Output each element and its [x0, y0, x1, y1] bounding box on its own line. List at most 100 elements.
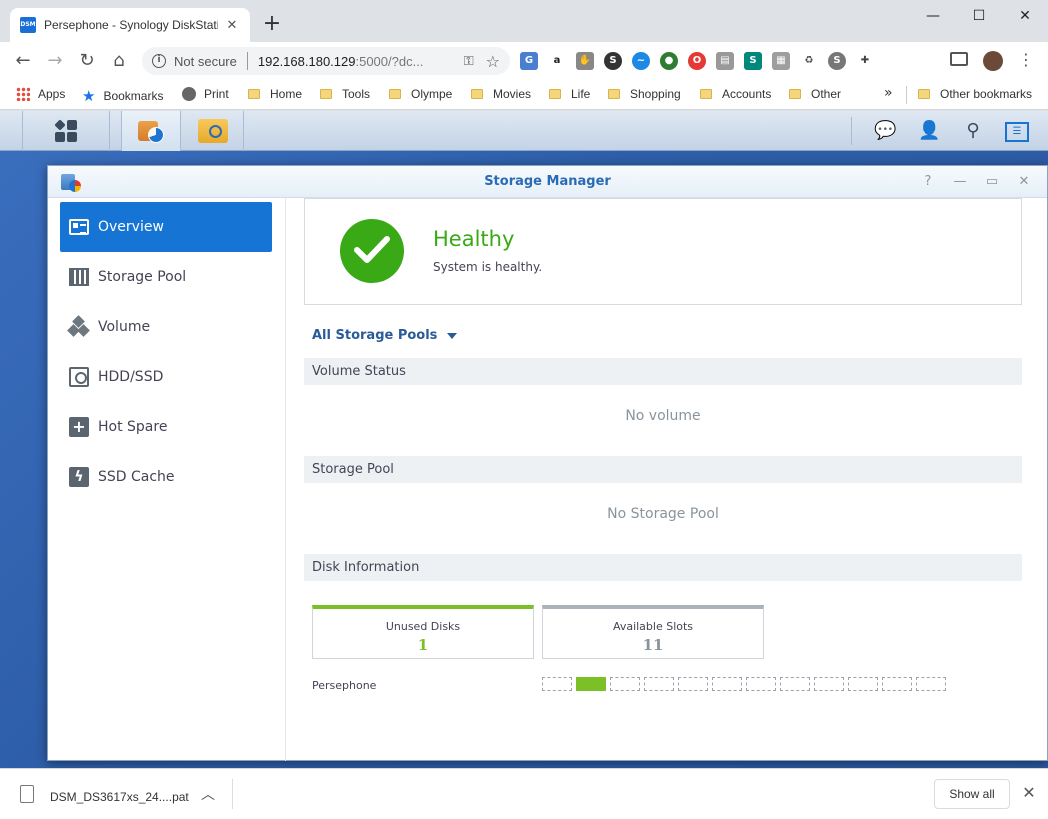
bookmark-label: Bookmarks: [103, 89, 164, 103]
window-titlebar[interactable]: Storage Manager ? — ▭ ✕: [48, 166, 1047, 198]
close-icon[interactable]: ✕: [1014, 172, 1034, 192]
amazon-extension-icon[interactable]: a: [548, 52, 566, 70]
widgets-icon[interactable]: ☰: [1005, 122, 1029, 142]
bookmark-other-bookmarks[interactable]: Other bookmarks: [918, 87, 1032, 101]
bookmark-folder-accounts[interactable]: Accounts: [700, 87, 771, 101]
adblock-extension-icon[interactable]: O: [688, 52, 706, 70]
address-separator: [246, 52, 248, 70]
notifications-icon[interactable]: 💬: [874, 120, 896, 142]
minimize-icon[interactable]: —: [950, 172, 970, 192]
bookmark-folder-home[interactable]: Home: [248, 87, 302, 101]
browser-tab-strip: DSM Persephone - Synology DiskStatic ✕ +…: [0, 0, 1048, 42]
show-all-button[interactable]: Show all: [934, 779, 1010, 809]
chevron-up-icon[interactable]: ︿: [200, 784, 216, 804]
disk-slot-empty[interactable]: [882, 677, 912, 691]
recycle-extension-icon[interactable]: ♻: [800, 52, 818, 70]
new-tab-icon[interactable]: +: [260, 13, 284, 35]
file-station-taskbar-button[interactable]: [182, 111, 244, 151]
sidebar-item-hdd-ssd[interactable]: HDD/SSD: [60, 352, 272, 402]
ssd-cache-icon: ϟ: [68, 466, 90, 488]
maximize-icon[interactable]: ▭: [982, 172, 1002, 192]
bookmark-apps[interactable]: Apps: [16, 87, 65, 101]
reload-icon[interactable]: ↻: [76, 50, 98, 72]
no-storage-pool-message: No Storage Pool: [607, 506, 719, 522]
user-icon[interactable]: 👤: [918, 120, 940, 142]
address-bar[interactable]: i Not secure 192.168.180.129:5000/?dc...…: [142, 47, 510, 75]
main-menu-button[interactable]: [22, 111, 110, 151]
disk-slot-empty[interactable]: [542, 677, 572, 691]
download-file-name[interactable]: DSM_DS3617xs_24....pat: [50, 790, 189, 804]
disk-slot-empty[interactable]: [814, 677, 844, 691]
disk-slot-empty[interactable]: [644, 677, 674, 691]
bookmarks-bar: Apps ★ Bookmarks Print Home Tools Olympe…: [0, 80, 1048, 110]
bookmark-print[interactable]: Print: [182, 87, 229, 101]
bookmark-folder-tools[interactable]: Tools: [320, 87, 370, 101]
hand-extension-icon[interactable]: ✋: [576, 52, 594, 70]
sidebar-item-storage-pool[interactable]: Storage Pool: [60, 252, 272, 302]
skype-extension-icon[interactable]: S: [828, 52, 846, 70]
bookmark-folder-other[interactable]: Other: [789, 87, 841, 101]
bookmark-folder-movies[interactable]: Movies: [471, 87, 531, 101]
grid-extension-icon[interactable]: ▦: [772, 52, 790, 70]
profile-avatar[interactable]: [983, 51, 1003, 71]
overview-panel: Healthy System is healthy. All Storage P…: [287, 198, 1047, 761]
sidebar-item-hot-spare[interactable]: + Hot Spare: [60, 402, 272, 452]
dsm-taskbar: 💬 👤 ⚲ ☰: [0, 111, 1048, 151]
browser-tab[interactable]: DSM Persephone - Synology DiskStatic ✕: [10, 8, 250, 42]
security-label: Not secure: [174, 53, 237, 69]
window-close-icon[interactable]: ✕: [1002, 4, 1048, 28]
sidebar-item-overview[interactable]: Overview: [60, 202, 272, 252]
sidebar-item-volume[interactable]: Volume: [60, 302, 272, 352]
home-icon[interactable]: ⌂: [108, 50, 130, 72]
hot-spare-icon: +: [68, 416, 90, 438]
forward-arrow-icon[interactable]: →: [44, 50, 66, 72]
bookmarks-overflow-icon[interactable]: »: [884, 85, 893, 101]
bookmark-folder-life[interactable]: Life: [549, 87, 590, 101]
storage-manager-taskbar-button[interactable]: [121, 111, 181, 151]
bookmark-bookmarks[interactable]: ★ Bookmarks: [82, 87, 163, 105]
globe-icon: [182, 87, 196, 101]
close-downloads-icon[interactable]: ✕: [1020, 783, 1038, 802]
sidebar-item-ssd-cache[interactable]: ϟ SSD Cache: [60, 452, 272, 502]
translate-extension-icon[interactable]: G: [520, 52, 538, 70]
window-maximize-icon[interactable]: ☐: [956, 4, 1002, 28]
download-separator: [232, 779, 233, 809]
bookmark-folder-shopping[interactable]: Shopping: [608, 87, 681, 101]
puzzle-extension-icon[interactable]: ✚: [856, 52, 874, 70]
dsm-favicon-icon: DSM: [20, 17, 36, 33]
pulse-extension-icon[interactable]: ~: [632, 52, 650, 70]
disk-slot-empty[interactable]: [848, 677, 878, 691]
back-arrow-icon[interactable]: ←: [12, 50, 34, 72]
doc-extension-icon[interactable]: ▤: [716, 52, 734, 70]
available-slots-card[interactable]: Available Slots 11: [542, 605, 764, 659]
disk-slot-empty[interactable]: [610, 677, 640, 691]
card-value: 11: [642, 636, 664, 654]
star-icon: ★: [82, 88, 96, 105]
bookmark-star-icon[interactable]: ☆: [486, 52, 500, 71]
window-title: Storage Manager: [484, 174, 611, 189]
help-icon[interactable]: ?: [918, 172, 938, 192]
disk-slot-empty[interactable]: [678, 677, 708, 691]
sidebar-item-label: SSD Cache: [98, 469, 175, 485]
bookmark-folder-olympe[interactable]: Olympe: [389, 87, 452, 101]
search-icon[interactable]: ⚲: [962, 120, 984, 142]
url-text[interactable]: 192.168.180.129:5000/?dc...: [258, 54, 458, 69]
s-extension-icon[interactable]: S: [744, 52, 762, 70]
disk-slot-empty[interactable]: [916, 677, 946, 691]
cast-icon[interactable]: [950, 52, 968, 66]
disk-slot-empty[interactable]: [712, 677, 742, 691]
folder-icon: [549, 89, 561, 99]
disk-slot-empty[interactable]: [746, 677, 776, 691]
storage-pools-dropdown[interactable]: All Storage Pools: [312, 328, 458, 343]
sb-extension-icon[interactable]: S: [604, 52, 622, 70]
browser-menu-icon[interactable]: ⋮: [1018, 50, 1034, 69]
key-icon[interactable]: ⚿: [464, 54, 474, 69]
disk-slot-empty[interactable]: [780, 677, 810, 691]
unused-disks-card[interactable]: Unused Disks 1: [312, 605, 534, 659]
tab-close-icon[interactable]: ✕: [224, 18, 240, 33]
info-icon[interactable]: i: [152, 54, 166, 68]
window-minimize-icon[interactable]: —: [910, 4, 956, 28]
disk-slot-occupied[interactable]: [576, 677, 606, 691]
bookmark-label: Home: [270, 87, 303, 101]
globe-extension-icon[interactable]: ●: [660, 52, 678, 70]
